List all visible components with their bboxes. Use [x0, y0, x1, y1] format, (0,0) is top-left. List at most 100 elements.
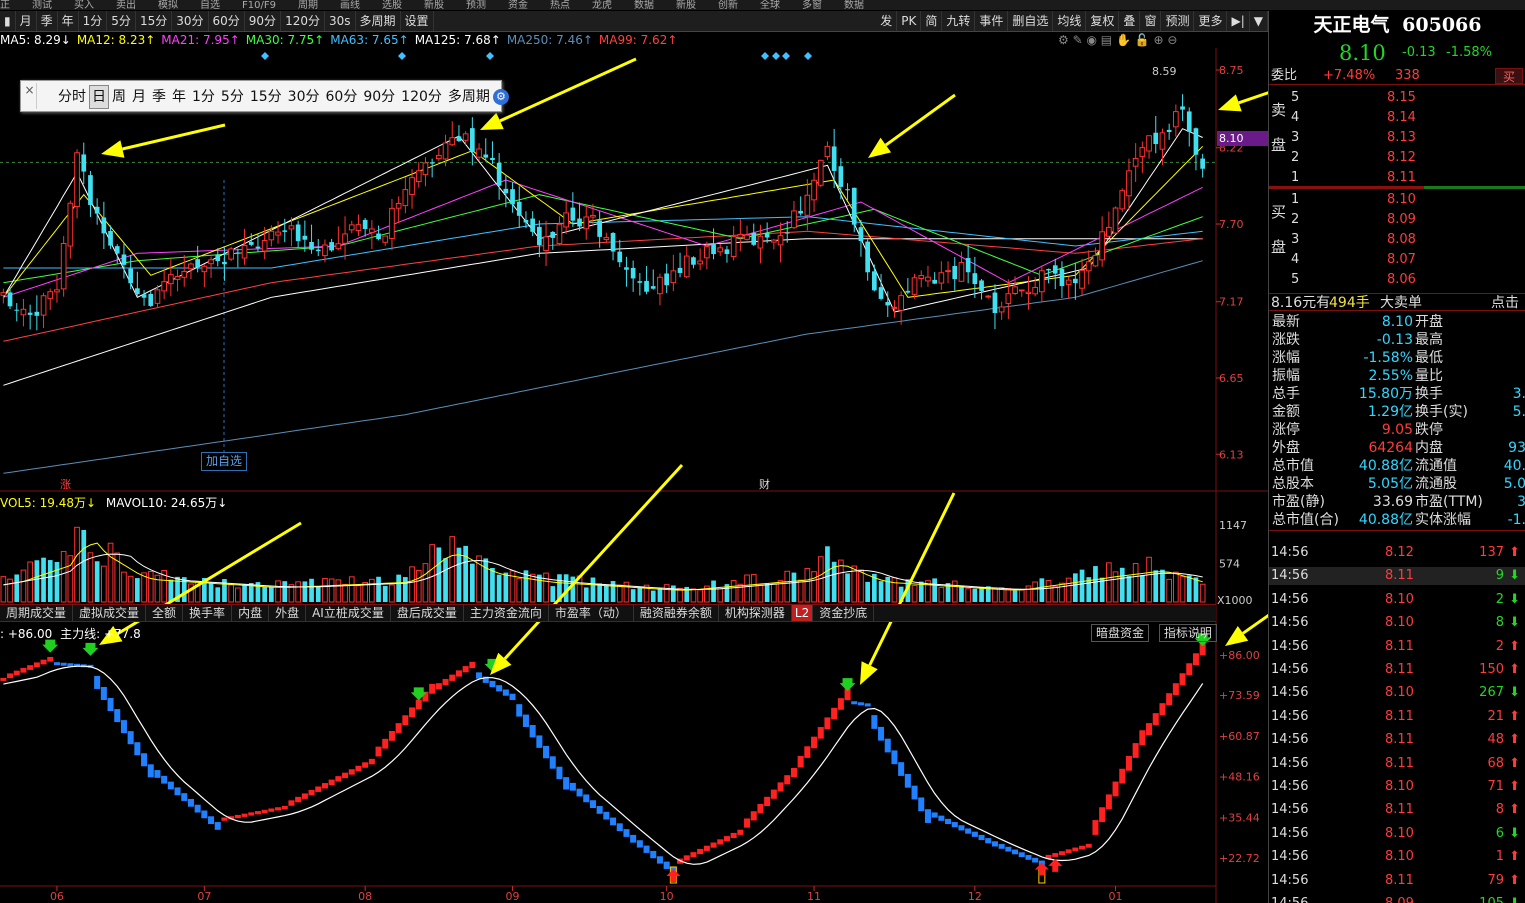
panel-toggle-icon[interactable]: ▶| [1227, 11, 1250, 31]
gear-icon[interactable]: ⚙ [492, 89, 509, 105]
popup-period-item[interactable]: 1分 [189, 81, 218, 113]
period-0[interactable]: 月 [16, 11, 37, 31]
eye-icon[interactable]: ◉ [1086, 33, 1096, 47]
toolbar-right-item[interactable]: 均线 [1053, 11, 1087, 31]
indicator-tab[interactable]: 内盘 [232, 605, 270, 621]
period-8[interactable]: 90分 [245, 11, 282, 31]
toolbar-right-item[interactable]: PK [897, 11, 922, 31]
toolbar-right-item[interactable]: 更多 [1194, 11, 1228, 31]
indicator-tab[interactable]: 资金抄底 [813, 605, 875, 621]
toolbar-right-item[interactable]: 复权 [1086, 11, 1120, 31]
indicator-tab[interactable]: AI立桩成交量 [306, 605, 391, 621]
top-menu-item[interactable]: 选股 [382, 1, 402, 11]
top-menu-item[interactable]: 全球 [760, 1, 780, 11]
period-10[interactable]: 30s [325, 11, 356, 31]
indicator-tab[interactable]: 市盈率（动） [549, 605, 634, 621]
toolbar-icon[interactable]: ▮ [0, 11, 16, 31]
period-9[interactable]: 120分 [281, 11, 325, 31]
top-menu-item[interactable]: 数据 [844, 1, 864, 11]
trade-button[interactable]: 买 [1495, 68, 1523, 84]
popup-period-item[interactable]: 5分 [218, 81, 247, 113]
indicator-tab[interactable]: L2 [791, 605, 814, 621]
top-menu-item[interactable]: 数据 [634, 1, 654, 11]
popup-period-item[interactable]: 月 [129, 81, 149, 113]
toolbar-right-item[interactable]: 叠 [1119, 11, 1141, 31]
toolbar-right-item[interactable]: 简 [921, 11, 943, 31]
event-diamond-icon[interactable] [804, 52, 812, 60]
period-2[interactable]: 年 [58, 11, 79, 31]
indicator-tab[interactable]: 外盘 [269, 605, 307, 621]
toolbar-right-item[interactable]: 九转 [942, 11, 976, 31]
period-7[interactable]: 60分 [209, 11, 245, 31]
top-menu-item[interactable]: 卖出 [116, 1, 136, 11]
top-menu-item[interactable]: 预测 [466, 1, 486, 11]
indicator-tab[interactable]: 换手率 [183, 605, 233, 621]
indicator-tab[interactable]: 机构探测器 [719, 605, 792, 621]
event-diamond-icon[interactable] [398, 52, 406, 60]
top-menu-item[interactable]: 周期 [298, 1, 318, 11]
settings-icon[interactable]: ⚙ [1058, 33, 1069, 47]
popup-period-item[interactable]: 分时 [55, 81, 89, 113]
toolbar-right-item[interactable]: 预测 [1161, 11, 1195, 31]
top-menu-item[interactable]: F10/F9 [242, 1, 276, 11]
brush-icon[interactable]: ✎ [1073, 33, 1083, 47]
event-diamond-icon[interactable] [486, 52, 494, 60]
big-order-link[interactable]: 点击 [1491, 294, 1519, 312]
popup-period-item[interactable]: 多周期 [445, 81, 493, 113]
toolbar-right-item[interactable]: 删自选 [1008, 11, 1054, 31]
top-menu-item[interactable]: 资金 [508, 1, 528, 11]
toolbar-right-item[interactable]: 发 [876, 11, 898, 31]
period-6[interactable]: 30分 [172, 11, 209, 31]
popup-period-item[interactable]: 30分 [285, 81, 323, 113]
popup-period-item[interactable]: 15分 [247, 81, 285, 113]
period-12[interactable]: 设置 [401, 11, 434, 31]
toolbar-right-item[interactable]: 窗 [1140, 11, 1162, 31]
indicator-tab[interactable]: 融资融券余额 [634, 605, 719, 621]
top-menu-item[interactable]: 买入 [74, 1, 94, 11]
zoom-in-icon[interactable]: ⊕ [1154, 33, 1164, 47]
close-icon[interactable]: × [23, 83, 37, 109]
indicator-tab[interactable]: 虚拟成交量 [73, 605, 147, 621]
top-menu-item[interactable]: 多窗 [802, 1, 822, 11]
zoom-out-icon[interactable]: ⊖ [1167, 33, 1177, 47]
popup-period-item[interactable]: 90分 [360, 81, 398, 113]
event-diamond-icon[interactable] [761, 52, 769, 60]
period-5[interactable]: 15分 [136, 11, 173, 31]
top-menu-item[interactable]: 正 [0, 1, 10, 11]
popup-period-item[interactable]: 日 [89, 85, 109, 109]
top-menu-item[interactable]: 测试 [32, 1, 52, 11]
top-menu-item[interactable]: 热点 [550, 1, 570, 11]
indicator-tab[interactable]: 盘后成交量 [391, 605, 464, 621]
top-menu-item[interactable]: 画线 [340, 1, 360, 11]
lock-icon[interactable]: 🔓 [1135, 33, 1150, 47]
print-icon[interactable]: ▤ [1101, 33, 1112, 47]
hand-icon[interactable]: ✋ [1116, 33, 1131, 47]
indicator-help-button[interactable]: 指标说明 [1158, 624, 1217, 642]
popup-period-item[interactable]: 季 [149, 81, 169, 113]
popup-period-item[interactable]: 60分 [323, 81, 361, 113]
indicator-tab[interactable]: 周期成交量 [0, 605, 74, 621]
period-1[interactable]: 季 [37, 11, 58, 31]
period-11[interactable]: 多周期 [356, 11, 401, 31]
period-3[interactable]: 1分 [79, 11, 108, 31]
indicator-tab[interactable]: 主力资金流向 [464, 605, 549, 621]
popup-period-item[interactable]: 年 [169, 81, 189, 113]
top-menu-item[interactable]: 新股 [676, 1, 696, 11]
chevron-down-icon[interactable]: ▼ [1250, 11, 1268, 31]
top-menu-item[interactable]: 创新 [718, 1, 738, 11]
top-menu-item[interactable]: 模拟 [158, 1, 178, 11]
event-marker-finance[interactable]: 财 [759, 476, 770, 492]
event-marker-rise[interactable]: 涨 [60, 476, 71, 492]
add-favorite-tag[interactable]: 加自选 [201, 452, 247, 471]
top-menu-item[interactable]: 新股 [424, 1, 444, 11]
event-diamond-icon[interactable] [772, 52, 780, 60]
top-menu-item[interactable]: 自选 [200, 1, 220, 11]
event-diamond-icon[interactable] [782, 52, 790, 60]
period-4[interactable]: 5分 [107, 11, 136, 31]
toolbar-right-item[interactable]: 事件 [975, 11, 1009, 31]
popup-period-item[interactable]: 周 [109, 81, 129, 113]
dark-pool-button[interactable]: 暗盘资金 [1091, 624, 1150, 642]
indicator-tab[interactable]: 全额 [146, 605, 184, 621]
top-menu-item[interactable]: 龙虎 [592, 1, 612, 11]
event-diamond-icon[interactable] [261, 52, 269, 60]
